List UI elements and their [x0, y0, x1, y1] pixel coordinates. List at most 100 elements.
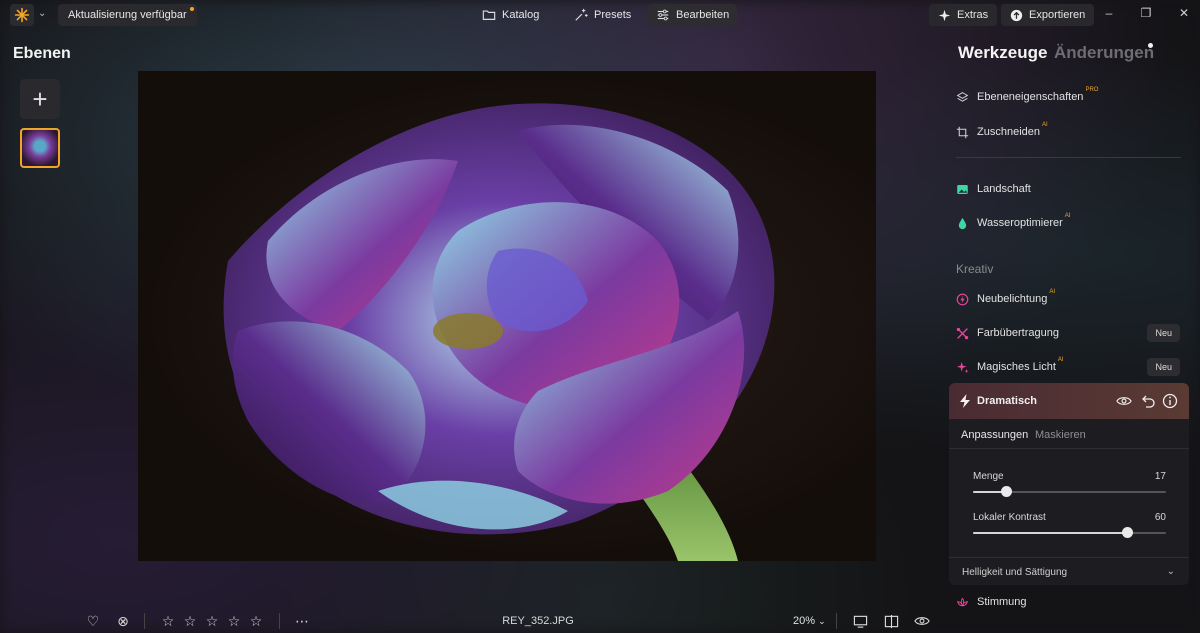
ai-tag: AI — [1057, 357, 1064, 363]
rating-star-4-icon[interactable]: ☆ — [225, 612, 243, 630]
tool-wasseroptimierer[interactable]: WasseroptimiererAI — [956, 213, 1070, 233]
tool-stimmung[interactable]: Stimmung — [956, 592, 1027, 612]
tool-label: Zuschneiden — [977, 126, 1040, 138]
tulip-photo — [223, 103, 775, 561]
tool-label: Neubelichtung — [977, 293, 1048, 305]
export-button[interactable]: Exportieren — [1001, 4, 1095, 26]
divider — [144, 613, 145, 629]
more-options-icon[interactable]: ⋯ — [293, 612, 311, 630]
update-available-button[interactable]: Aktualisierung verfügbar — [58, 4, 197, 26]
mood-lotus-icon — [956, 597, 969, 607]
nav-presets-label: Presets — [594, 9, 632, 21]
new-badge: Neu — [1147, 324, 1180, 342]
dramatisch-header[interactable]: Dramatisch — [949, 383, 1189, 419]
tab-aenderungen[interactable]: Änderungen — [1054, 43, 1154, 63]
layers-title: Ebenen — [13, 45, 71, 62]
plus-icon: + — [32, 83, 48, 114]
magic-light-icon — [956, 361, 969, 373]
relight-icon — [956, 293, 969, 305]
pro-tag: PRO — [1085, 87, 1099, 93]
extras-button[interactable]: Extras — [929, 4, 998, 26]
slider-menge-label: Menge — [973, 471, 1004, 482]
fit-screen-icon[interactable] — [851, 612, 869, 630]
compare-split-icon[interactable] — [882, 612, 900, 630]
nav-katalog[interactable]: Katalog — [474, 4, 547, 26]
chevron-down-icon: ⌄ — [818, 616, 826, 626]
rating-star-3-icon[interactable]: ☆ — [203, 612, 221, 630]
visibility-eye-icon[interactable] — [1116, 393, 1132, 409]
upload-icon — [1010, 9, 1023, 21]
preview-eye-icon[interactable] — [913, 612, 931, 630]
rating-star-2-icon[interactable]: ☆ — [181, 612, 199, 630]
tool-ebeneneigenschaften[interactable]: EbeneneigenschaftenPRO — [956, 87, 1098, 107]
dramatisch-subtabs: Anpassungen Maskieren — [949, 419, 1189, 449]
reset-undo-icon[interactable] — [1140, 393, 1156, 409]
tool-zuschneiden[interactable]: ZuschneidenAI — [956, 122, 1048, 142]
section-label: Helligkeit und Sättigung — [962, 567, 1068, 578]
ai-tag: AI — [1042, 122, 1048, 128]
sliders-icon — [657, 9, 669, 21]
layers-icon — [956, 91, 969, 102]
minimize-icon[interactable]: – — [1101, 6, 1117, 20]
tool-label: Wasseroptimierer — [977, 217, 1063, 229]
add-layer-button[interactable]: + — [20, 79, 60, 119]
nav-presets[interactable]: Presets — [566, 4, 639, 26]
slider-menge-value: 17 — [1154, 471, 1166, 482]
layer-thumbnail[interactable] — [20, 128, 60, 168]
slider-menge[interactable] — [973, 486, 1166, 497]
zoom-dropdown[interactable]: 20% ⌄ — [793, 615, 826, 627]
crop-icon — [956, 126, 969, 138]
ai-tag: AI — [1064, 213, 1071, 219]
folder-icon — [482, 10, 496, 20]
update-label: Aktualisierung verfügbar — [68, 9, 187, 21]
changes-indicator-dot — [1148, 43, 1153, 48]
water-drop-icon — [958, 217, 967, 229]
app-logo[interactable] — [10, 4, 34, 26]
landscape-icon — [957, 184, 968, 194]
info-icon[interactable] — [1162, 393, 1178, 409]
dramatisch-title: Dramatisch — [977, 395, 1037, 407]
tool-neubelichtung[interactable]: NeubelichtungAI — [956, 289, 1055, 309]
tool-label: Magisches Licht — [977, 361, 1056, 373]
slider-kontrast-value: 60 — [1154, 512, 1166, 523]
dramatisch-panel: Dramatisch Anpassungen Maskieren Menge 1… — [949, 383, 1189, 585]
divider — [279, 613, 280, 629]
rating-star-1-icon[interactable]: ☆ — [159, 612, 177, 630]
rating-star-5-icon[interactable]: ☆ — [247, 612, 265, 630]
divider — [836, 613, 837, 629]
sparkle-wand-icon — [575, 8, 588, 21]
sparkle-icon — [938, 9, 951, 21]
restore-icon[interactable]: ❐ — [1138, 6, 1154, 20]
nav-bearbeiten-label: Bearbeiten — [676, 9, 730, 21]
nav-bearbeiten[interactable]: Bearbeiten — [648, 4, 738, 26]
tool-label: Landschaft — [977, 183, 1031, 195]
subtab-maskieren[interactable]: Maskieren — [1035, 429, 1086, 441]
slider-fill — [973, 532, 1128, 534]
color-transfer-icon — [956, 327, 969, 339]
photo-canvas[interactable] — [138, 71, 876, 561]
tool-magisches-licht[interactable]: Magisches LichtAI — [956, 357, 1064, 377]
tab-werkzeuge[interactable]: Werkzeuge — [958, 43, 1047, 63]
slider-handle[interactable] — [1000, 486, 1012, 497]
helligkeit-saettigung-section[interactable]: Helligkeit und Sättigung ⌄ — [949, 557, 1189, 585]
close-icon[interactable]: ✕ — [1176, 6, 1192, 20]
app-menu-chevron-icon[interactable]: ⌄ — [38, 8, 46, 19]
reject-icon[interactable]: ⊗ — [114, 612, 132, 630]
slider-lokaler-kontrast[interactable] — [973, 527, 1166, 538]
zoom-value: 20% — [793, 615, 816, 627]
favorite-heart-icon[interactable]: ♡ — [84, 612, 102, 630]
tool-landschaft[interactable]: Landschaft — [956, 179, 1031, 199]
lightning-icon — [960, 394, 970, 408]
tool-farbuebertragung[interactable]: Farbübertragung — [956, 323, 1059, 343]
export-label: Exportieren — [1029, 9, 1086, 21]
chevron-down-icon: ⌄ — [1166, 566, 1175, 577]
slider-handle[interactable] — [1122, 527, 1134, 538]
ai-tag: AI — [1049, 289, 1056, 295]
file-name: REY_352.JPG — [502, 615, 574, 627]
subtab-anpassungen[interactable]: Anpassungen — [961, 429, 1028, 441]
extras-label: Extras — [957, 9, 989, 21]
new-badge: Neu — [1147, 358, 1180, 376]
slider-kontrast-label: Lokaler Kontrast — [973, 512, 1046, 523]
tool-label: Stimmung — [977, 596, 1027, 608]
tool-label: Ebeneneigenschaften — [977, 91, 1084, 103]
